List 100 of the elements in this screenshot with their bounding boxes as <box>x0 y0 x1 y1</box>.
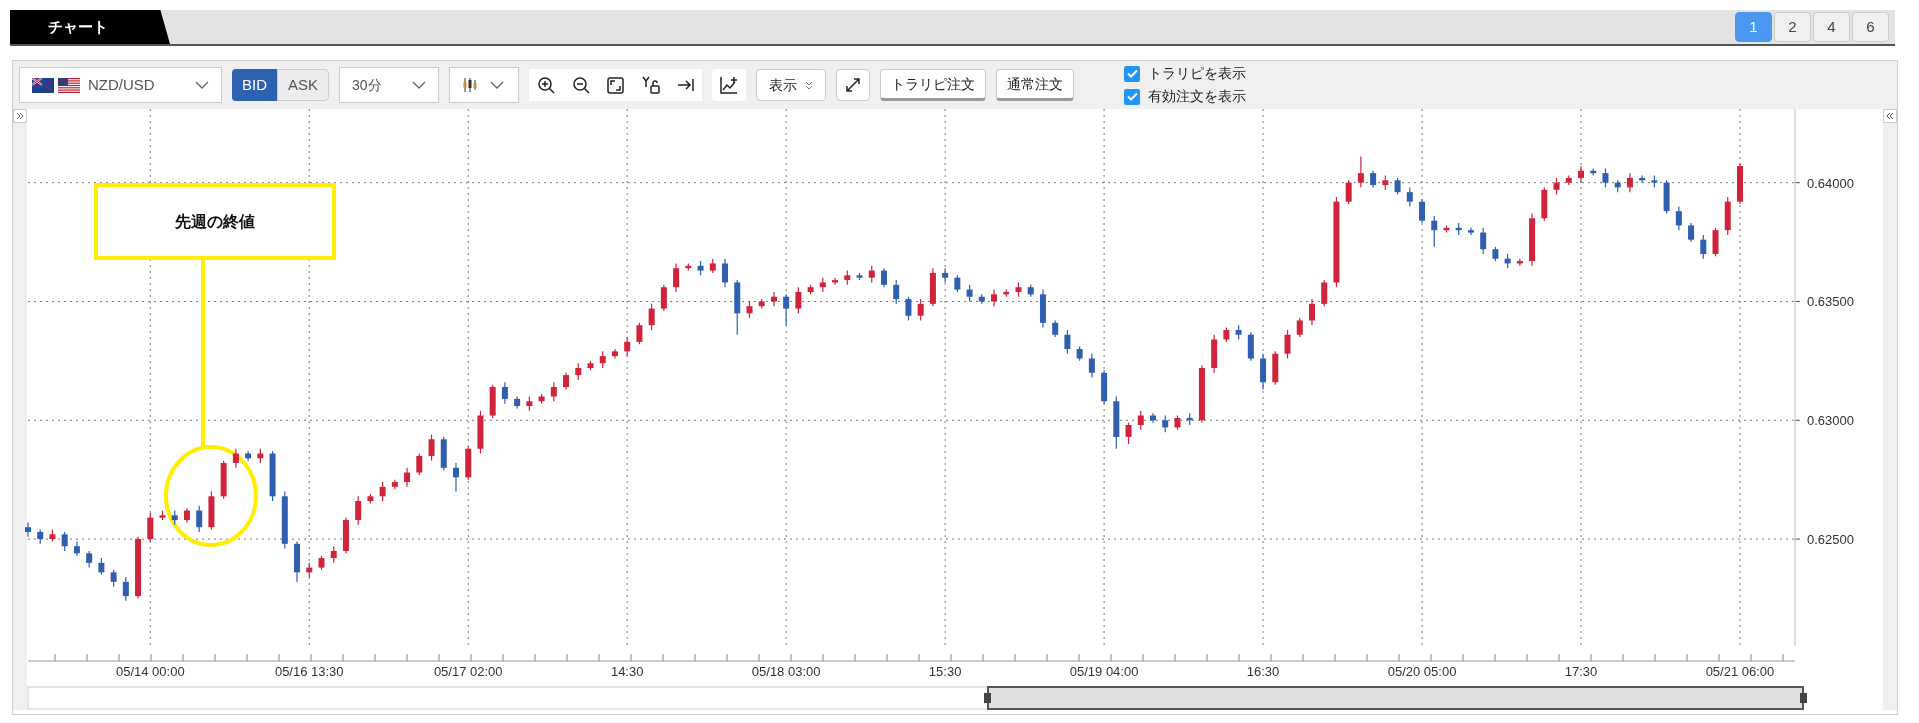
candle <box>37 528 44 545</box>
flag-icon <box>58 77 80 93</box>
candle <box>1565 174 1572 186</box>
candle <box>783 293 790 326</box>
layout-button[interactable]: 4 <box>1813 12 1850 42</box>
navigator-range[interactable] <box>987 686 1804 710</box>
time-axis-label: 05/14 00:00 <box>115 664 185 679</box>
candle <box>1052 319 1059 338</box>
candle <box>1651 174 1658 188</box>
fit-screen-icon <box>607 76 625 94</box>
candle <box>991 288 998 307</box>
layout-button[interactable]: 2 <box>1774 12 1811 42</box>
candle <box>587 360 594 371</box>
candle <box>648 303 655 331</box>
candle <box>453 462 459 493</box>
candle <box>1370 170 1377 188</box>
display-dropdown[interactable]: 表示 <box>756 69 827 101</box>
candle <box>1578 165 1584 184</box>
candle <box>1455 222 1462 236</box>
checkbox[interactable] <box>1124 88 1141 105</box>
order-button[interactable]: 通常注文 <box>996 69 1075 101</box>
candle <box>1174 414 1181 431</box>
candle <box>807 284 814 295</box>
time-axis-label: 15:30 <box>928 664 962 679</box>
candle <box>159 509 166 521</box>
candle <box>1736 163 1743 205</box>
candle <box>306 562 313 578</box>
expand-button[interactable] <box>836 69 871 101</box>
candle <box>1419 198 1426 224</box>
flag-icon <box>32 77 54 93</box>
chart-tab[interactable]: チャート <box>10 10 170 44</box>
candle <box>1394 177 1401 196</box>
candle <box>1345 179 1352 205</box>
candle <box>746 300 753 319</box>
candle <box>86 550 93 569</box>
candle <box>245 450 252 462</box>
price-side-toggle[interactable]: BID <box>232 69 277 101</box>
zoom-in-icon <box>536 76 555 94</box>
candle <box>1260 353 1267 390</box>
candle <box>856 272 863 281</box>
candle <box>183 507 190 524</box>
candle <box>905 296 912 322</box>
collapse-right-button[interactable] <box>1883 109 1897 123</box>
candle <box>1223 327 1230 343</box>
candle <box>1125 422 1132 445</box>
candle <box>954 274 961 293</box>
candle <box>1039 288 1046 329</box>
candle <box>611 348 618 360</box>
candle <box>1431 215 1438 248</box>
order-button[interactable]: トラリピ注文 <box>880 69 987 101</box>
currency-pair-dropdown[interactable]: NZD/USD <box>19 67 222 103</box>
candle <box>171 509 178 526</box>
time-axis-label: 05/20 05:00 <box>1387 664 1457 679</box>
time-axis-label: 05/19 04:00 <box>1069 664 1139 679</box>
candle <box>563 372 570 390</box>
candle <box>538 393 545 405</box>
navigator-handle[interactable] <box>1800 693 1807 703</box>
candle <box>1712 227 1719 257</box>
candle <box>893 279 900 305</box>
candle <box>1247 331 1254 362</box>
candle <box>1529 212 1536 267</box>
candle <box>367 493 374 505</box>
candle <box>1480 227 1487 255</box>
candle <box>1015 281 1022 298</box>
candle <box>1101 369 1108 405</box>
candle <box>514 395 521 409</box>
price-side-toggle[interactable]: ASK <box>277 69 330 101</box>
chart-type-dropdown[interactable] <box>449 67 520 103</box>
annotation-text: 先週の終値 <box>175 213 255 230</box>
candle <box>147 512 154 543</box>
zoom-out-icon <box>571 76 590 94</box>
candle <box>269 450 276 502</box>
candle <box>294 540 300 583</box>
candle <box>1137 410 1144 431</box>
candle <box>599 350 606 369</box>
candle <box>49 528 56 543</box>
candle <box>1504 253 1511 269</box>
checkbox-label: 有効注文を表示 <box>1148 87 1247 106</box>
checkbox[interactable] <box>1124 65 1141 82</box>
price-axis-label: 0.63000 <box>1807 413 1854 429</box>
layout-button[interactable]: 6 <box>1852 12 1889 42</box>
collapse-left-button[interactable] <box>13 109 27 123</box>
timeframe-dropdown[interactable]: 30分 <box>339 67 440 103</box>
candle <box>122 576 129 602</box>
candle <box>1590 167 1597 177</box>
candle <box>1211 334 1218 374</box>
candle <box>1492 246 1499 262</box>
candle <box>208 490 215 531</box>
add-indicator-button[interactable] <box>712 69 747 101</box>
candle <box>330 545 337 564</box>
navigator-handle[interactable] <box>984 693 991 703</box>
candle <box>220 460 227 500</box>
candle <box>232 448 239 469</box>
candlestick-icon <box>462 77 479 93</box>
checkbox-label: トラリピを表示 <box>1148 64 1247 83</box>
candle <box>318 555 325 571</box>
candle <box>526 395 533 412</box>
candle <box>342 517 349 554</box>
candle <box>379 481 386 502</box>
candle <box>391 479 398 490</box>
